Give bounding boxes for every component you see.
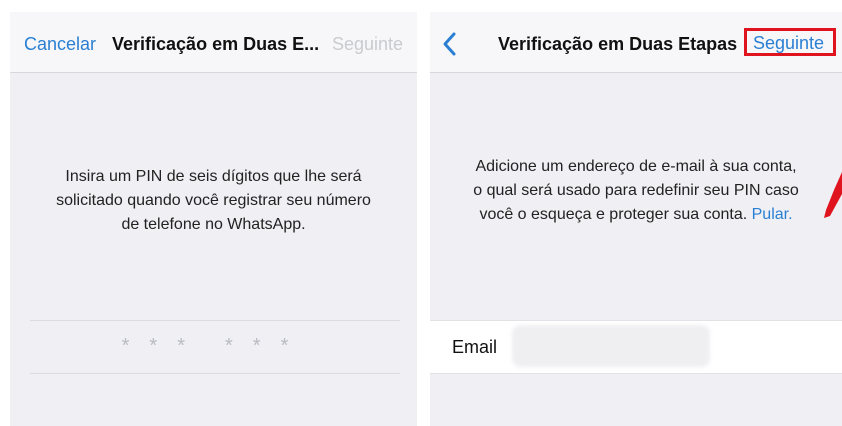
chevron-left-icon[interactable] bbox=[440, 30, 460, 58]
pin-digit-placeholder: * bbox=[225, 335, 253, 357]
page-title: Verificação em Duas Etapas bbox=[498, 34, 738, 54]
instruction-line: você o esqueça e proteger sua conta. Pul… bbox=[430, 203, 842, 227]
email-label: Email bbox=[452, 337, 498, 357]
pin-setup-screen: Cancelar Verificação em Duas E... Seguin… bbox=[10, 12, 417, 426]
pin-digit-placeholder: * bbox=[121, 335, 150, 357]
email-input-blurred[interactable] bbox=[512, 325, 710, 367]
screenshot-comparison: Cancelar Verificação em Duas E... Seguin… bbox=[0, 0, 842, 426]
pin-digit-placeholder: * bbox=[149, 335, 178, 357]
next-button[interactable]: Seguinte bbox=[753, 31, 824, 55]
pin-instructions: Insira um PIN de seis dígitos que lhe se… bbox=[10, 165, 417, 237]
cancel-button[interactable]: Cancelar bbox=[24, 32, 96, 56]
pin-digit-placeholder: * bbox=[177, 335, 205, 357]
next-button-disabled[interactable]: Seguinte bbox=[332, 32, 403, 56]
navigation-bar: Verificação em Duas Etapas Seguinte bbox=[430, 12, 842, 73]
instruction-line: Adicione um endereço de e-mail à sua con… bbox=[475, 158, 797, 175]
next-button-highlight: Seguinte bbox=[744, 28, 836, 56]
pin-digit-placeholder: * bbox=[252, 335, 281, 357]
instruction-text: você o esqueça e proteger sua conta. bbox=[479, 206, 748, 223]
pin-input[interactable]: *** *** bbox=[30, 320, 400, 374]
navigation-bar: Cancelar Verificação em Duas E... Seguin… bbox=[10, 12, 417, 73]
instruction-line: solicitado quando você registrar seu núm… bbox=[56, 192, 371, 209]
pin-digit-placeholder: * bbox=[280, 335, 309, 357]
email-instructions: Adicione um endereço de e-mail à sua con… bbox=[430, 155, 842, 227]
email-field[interactable]: Email bbox=[430, 320, 842, 374]
instruction-line: de telefone no WhatsApp. bbox=[121, 216, 306, 233]
red-arrow-annotation bbox=[824, 172, 842, 218]
email-setup-screen: Verificação em Duas Etapas Seguinte Adic… bbox=[430, 12, 842, 426]
skip-link[interactable]: Pular. bbox=[752, 206, 793, 223]
page-title: Verificação em Duas E... bbox=[112, 34, 320, 54]
instruction-line: o qual será usado para redefinir seu PIN… bbox=[473, 182, 799, 199]
pin-placeholder: *** *** bbox=[30, 335, 400, 358]
instruction-line: Insira um PIN de seis dígitos que lhe se… bbox=[65, 168, 362, 185]
